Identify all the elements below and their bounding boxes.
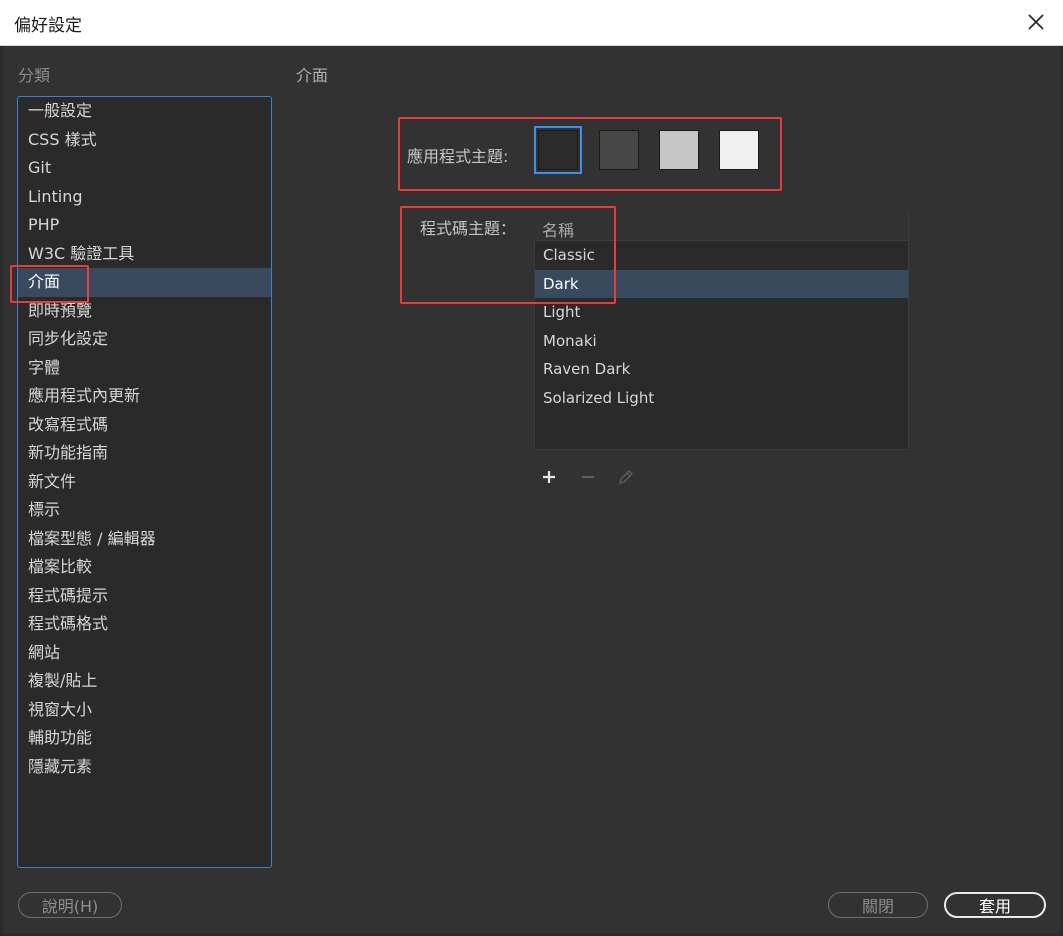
title-bar: 偏好設定 bbox=[0, 0, 1063, 46]
code-theme-item[interactable]: Solarized Light bbox=[535, 384, 908, 413]
code-theme-item[interactable]: Monaki bbox=[535, 327, 908, 356]
remove-theme-button[interactable] bbox=[577, 466, 599, 488]
close-button[interactable]: 關閉 bbox=[828, 892, 928, 918]
sidebar-item-git[interactable]: Git bbox=[18, 154, 271, 183]
sidebar-item-code-rewriting[interactable]: 改寫程式碼 bbox=[18, 411, 271, 440]
sidebar-item-copy-paste[interactable]: 複製/貼上 bbox=[18, 667, 271, 696]
preferences-dialog: 分類 一般設定 CSS 樣式 Git Linting PHP W3C 驗證工具 … bbox=[3, 46, 1060, 933]
category-label: 分類 bbox=[18, 66, 51, 85]
close-window-button[interactable] bbox=[1019, 6, 1053, 38]
edit-theme-button[interactable] bbox=[615, 466, 637, 488]
sidebar-item-new-feature-guide[interactable]: 新功能指南 bbox=[18, 439, 271, 468]
sidebar-item-file-types[interactable]: 檔案型態 / 編輯器 bbox=[18, 525, 271, 554]
sidebar-item-file-compare[interactable]: 檔案比較 bbox=[18, 553, 271, 582]
pencil-icon bbox=[619, 470, 633, 484]
highlight-box-interface bbox=[10, 265, 89, 303]
highlight-box-code-theme bbox=[400, 206, 616, 304]
help-button[interactable]: 說明(H) bbox=[18, 892, 122, 918]
window-title: 偏好設定 bbox=[14, 16, 82, 36]
close-icon bbox=[1028, 14, 1044, 30]
sidebar-item-new-document[interactable]: 新文件 bbox=[18, 468, 271, 497]
apply-button[interactable]: 套用 bbox=[944, 892, 1046, 918]
sidebar-item-code-format[interactable]: 程式碼格式 bbox=[18, 610, 271, 639]
category-list[interactable]: 一般設定 CSS 樣式 Git Linting PHP W3C 驗證工具 介面 … bbox=[17, 96, 272, 868]
sidebar-item-sync[interactable]: 同步化設定 bbox=[18, 325, 271, 354]
section-title: 介面 bbox=[296, 66, 329, 85]
code-theme-item[interactable]: Raven Dark bbox=[535, 355, 908, 384]
minus-icon bbox=[582, 476, 594, 478]
sidebar-item-hidden-elements[interactable]: 隱藏元素 bbox=[18, 753, 271, 782]
plus-icon bbox=[543, 471, 555, 483]
sidebar-item-highlighting[interactable]: 標示 bbox=[18, 496, 271, 525]
sidebar-item-code-hints[interactable]: 程式碼提示 bbox=[18, 582, 271, 611]
sidebar-item-in-app-update[interactable]: 應用程式內更新 bbox=[18, 382, 271, 411]
sidebar-item-window-size[interactable]: 視窗大小 bbox=[18, 696, 271, 725]
sidebar-item-general[interactable]: 一般設定 bbox=[18, 97, 271, 126]
sidebar-item-linting[interactable]: Linting bbox=[18, 183, 271, 212]
sidebar-item-accessibility[interactable]: 輔助功能 bbox=[18, 724, 271, 753]
highlight-box-app-theme bbox=[398, 117, 782, 191]
add-theme-button[interactable] bbox=[538, 466, 560, 488]
sidebar-item-css[interactable]: CSS 樣式 bbox=[18, 126, 271, 155]
sidebar-item-fonts[interactable]: 字體 bbox=[18, 354, 271, 383]
sidebar-item-w3c[interactable]: W3C 驗證工具 bbox=[18, 240, 271, 269]
sidebar-item-php[interactable]: PHP bbox=[18, 211, 271, 240]
sidebar-item-site[interactable]: 網站 bbox=[18, 639, 271, 668]
